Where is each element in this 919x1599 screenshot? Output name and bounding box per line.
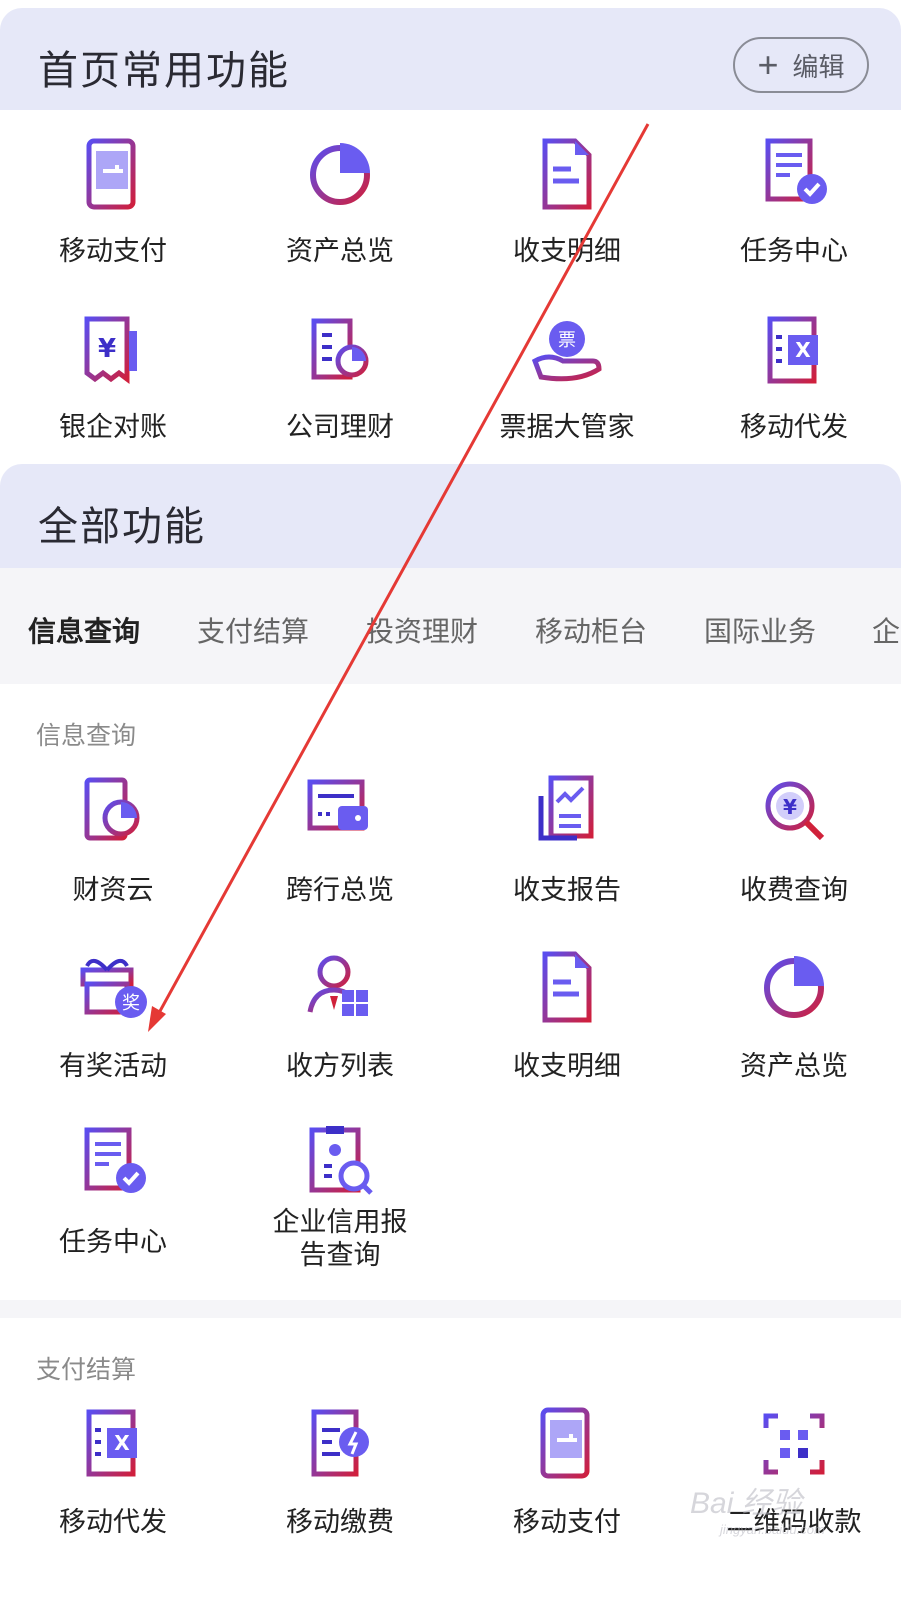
home-item-bill-manager[interactable]: 票 票据大管家 (454, 311, 680, 444)
info-item-label: 资产总览 (740, 1051, 848, 1081)
search-yen-icon: ¥ (765, 781, 825, 841)
cloud-doc-icon (84, 777, 140, 841)
clipboard-search-icon (309, 1126, 373, 1195)
info-item-label: 收支明细 (513, 1051, 621, 1081)
info-item-fee-query[interactable]: ¥ 收费查询 (681, 772, 907, 907)
home-item-mobile-payroll[interactable]: X 移动代发 (681, 311, 907, 444)
all-functions-header: 全部功能 (0, 464, 901, 568)
home-item-label: 银企对账 (59, 412, 167, 442)
info-query-subtitle: 信息查询 (36, 722, 137, 750)
home-item-corporate-wealth[interactable]: 公司理财 (227, 311, 453, 444)
excel-doc-icon: X (767, 316, 818, 384)
home-item-label: 移动支付 (59, 236, 167, 266)
yen-glyph: ¥ (98, 334, 116, 364)
info-item-label-line1: 企业信用报 (272, 1207, 408, 1237)
bolt-doc-icon (311, 1409, 369, 1477)
home-functions-title: 首页常用功能 (38, 49, 290, 93)
info-item-task-center[interactable]: 任务中心 (0, 1124, 226, 1259)
edit-label: 编辑 (792, 51, 845, 82)
phone-icon (86, 138, 136, 210)
right-margin (901, 0, 919, 1599)
home-functions-header: 首页常用功能 + 编辑 (0, 8, 901, 110)
tab-international[interactable]: 国际业务 (704, 610, 816, 650)
section-divider (0, 1300, 901, 1318)
info-item-label: 任务中心 (59, 1227, 167, 1257)
info-item-income-report[interactable]: 收支报告 (454, 772, 680, 907)
prize-glyph: 奖 (122, 993, 140, 1014)
tab-enterprise[interactable]: 企业 (872, 610, 901, 650)
document-icon (542, 951, 592, 1023)
tab-payment[interactable]: 支付结算 (197, 610, 309, 650)
info-item-label: 收费查询 (740, 875, 848, 905)
payment-subtitle: 支付结算 (36, 1356, 137, 1384)
pay-item-mobile-pay[interactable]: 移动支付 (454, 1404, 680, 1539)
watermark-sub: jingyan.baidu.com (720, 1522, 825, 1537)
home-item-income-detail[interactable]: 收支明细 (454, 135, 680, 268)
home-item-asset-overview[interactable]: 资产总览 (227, 135, 453, 268)
info-item-payee-list[interactable]: 收方列表 (227, 948, 453, 1083)
info-item-label: 跨行总览 (286, 875, 394, 905)
category-tabs: 信息查询 支付结算 投资理财 移动柜台 国际业务 企业 (0, 568, 901, 684)
tab-investment[interactable]: 投资理财 (366, 610, 478, 650)
excel-glyph: X (114, 1431, 130, 1455)
info-item-label: 财资云 (72, 875, 154, 905)
home-item-label: 移动代发 (740, 412, 848, 442)
pay-item-label: 移动缴费 (286, 1507, 394, 1537)
pie-chart-icon (764, 956, 824, 1018)
pay-item-label: 移动支付 (513, 1507, 621, 1537)
info-item-label: 有奖活动 (59, 1051, 167, 1081)
bill-glyph: 票 (558, 330, 576, 351)
pay-item-mobile-payroll[interactable]: X 移动代发 (0, 1404, 226, 1539)
home-item-mobile-pay[interactable]: 移动支付 (0, 135, 226, 268)
phone-icon (540, 1407, 590, 1479)
plus-icon: + (757, 44, 779, 85)
receipt-yen-icon: ¥ (84, 316, 137, 384)
home-item-task-center[interactable]: 任务中心 (681, 135, 907, 268)
watermark: Bai 经验 jingyan.baidu.com (690, 1478, 825, 1537)
pay-item-label: 移动代发 (59, 1507, 167, 1537)
info-item-label: 收支报告 (513, 875, 621, 905)
gift-icon: 奖 (80, 958, 147, 1018)
excel-doc-icon: X (86, 1409, 137, 1477)
info-item-treasury-cloud[interactable]: 财资云 (0, 772, 226, 907)
qr-code-icon (763, 1413, 825, 1475)
info-item-label-line2: 告查询 (299, 1240, 381, 1270)
wallet-card-icon (307, 779, 368, 831)
user-grid-icon (307, 955, 368, 1016)
task-check-icon (765, 138, 827, 204)
pie-chart-icon (310, 143, 370, 205)
info-item-label: 收方列表 (286, 1051, 394, 1081)
document-icon (542, 138, 592, 210)
tab-info-query[interactable]: 信息查询 (28, 610, 140, 650)
home-item-label: 资产总览 (286, 236, 394, 266)
info-item-credit-report[interactable]: 企业信用报 告查询 (227, 1122, 453, 1272)
bill-hand-icon: 票 (531, 321, 602, 382)
yen-glyph: ¥ (783, 795, 797, 819)
info-item-asset-overview[interactable]: 资产总览 (681, 948, 907, 1083)
info-item-income-detail[interactable]: 收支明细 (454, 948, 680, 1083)
home-item-label: 公司理财 (286, 412, 394, 442)
excel-glyph: X (795, 338, 811, 362)
info-item-prize-activity[interactable]: 奖 有奖活动 (0, 948, 226, 1083)
info-item-cross-bank[interactable]: 跨行总览 (227, 772, 453, 907)
home-item-bank-reconcile[interactable]: ¥ 银企对账 (0, 311, 226, 444)
home-item-label: 收支明细 (513, 236, 621, 266)
edit-button[interactable]: + 编辑 (733, 37, 869, 93)
tab-mobile-counter[interactable]: 移动柜台 (535, 610, 647, 650)
report-trend-icon (538, 775, 594, 841)
pay-item-mobile-bill-payment[interactable]: 移动缴费 (227, 1404, 453, 1539)
home-item-label: 任务中心 (740, 236, 848, 266)
home-item-label: 票据大管家 (499, 412, 635, 442)
document-chart-icon (311, 318, 369, 380)
task-check-icon (84, 1127, 146, 1193)
watermark-main: Bai 经验 (690, 1487, 802, 1520)
all-functions-title: 全部功能 (38, 505, 206, 549)
